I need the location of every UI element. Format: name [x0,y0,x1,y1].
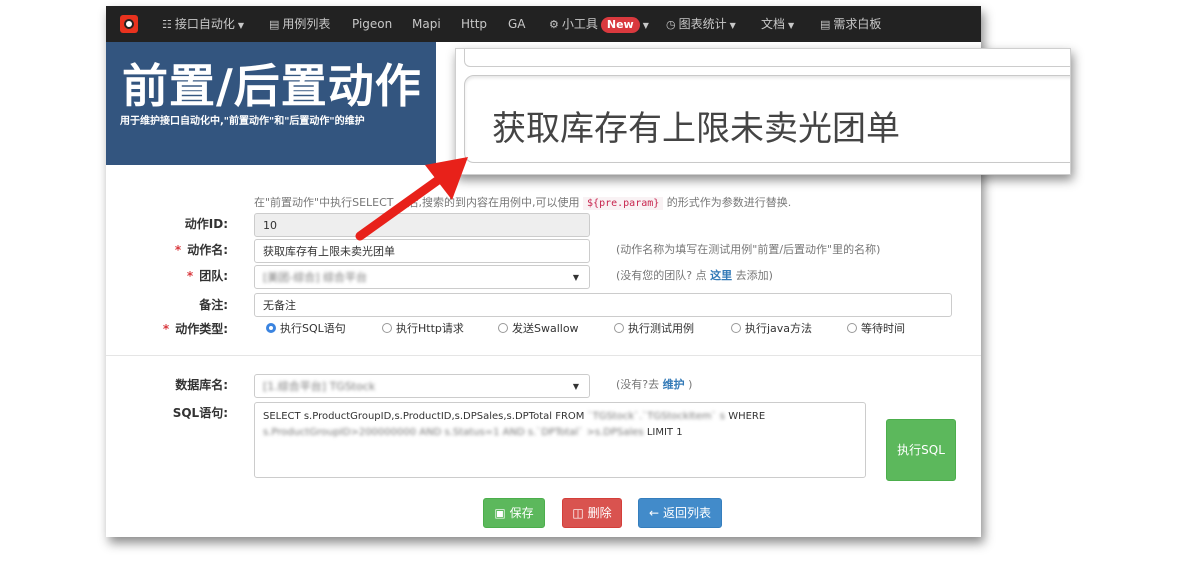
nav-case-list[interactable]: ▤ 用例列表 [269,6,330,42]
page-subtitle: 用于维护接口自动化中,"前置动作"和"后置动作"的维护 [120,116,365,127]
floppy-disk-icon: ▣ [494,506,506,520]
radio-checked-icon [266,323,276,333]
type-radio-java[interactable]: 执行java方法 [731,320,812,336]
sql-label: SQL语句: [172,406,228,420]
radio-icon [847,323,857,333]
team-label: * 团队: [186,269,228,283]
nav-docs[interactable]: 文档 ▼ [761,6,794,42]
type-radio-http[interactable]: 执行Http请求 [382,320,464,336]
nav-api-automation[interactable]: ☷ 接口自动化 ▼ [162,6,244,42]
dashboard-icon: ◷ [666,18,676,31]
chevron-down-icon: ▼ [729,21,736,30]
zoom-field-edge [464,49,1070,67]
top-navbar: ☷ 接口自动化 ▼ ▤ 用例列表 Pigeon Mapi Http GA ⚙ 小工具 Ne… [106,6,981,42]
required-mark: * [174,243,182,257]
nav-pigeon[interactable]: Pigeon [352,6,392,42]
nav-charts[interactable]: ◷ 图表统计 ▼ [666,6,736,42]
type-radio-testcase[interactable]: 执行测试用例 [614,320,694,336]
param-code: ${pre.param} [583,197,664,210]
trash-icon: ◫ [572,506,584,520]
remark-field[interactable]: 无备注 [254,293,952,317]
chevron-down-icon: ▼ [572,382,579,391]
name-note: (动作名称为填写在测试用例"前置/后置动作"里的名称) [616,243,881,256]
back-to-list-button[interactable]: ← 返回列表 [638,498,722,528]
required-mark: * [186,269,194,283]
maintain-db-link[interactable]: 维护 [663,378,685,391]
zoom-text: 获取库存有上限未卖光团单 [492,109,900,149]
nav-mapi[interactable]: Mapi [412,6,441,42]
book-icon: ☷ [162,18,172,31]
chevron-down-icon: ▼ [237,21,245,30]
id-label: 动作ID: [184,217,228,231]
radio-icon [382,323,392,333]
name-label: * 动作名: [174,243,228,257]
nav-http[interactable]: Http [461,6,487,42]
form-hint: 在"前置动作"中执行SELECT 后,搜索的到内容在用例中,可以使用 ${pre… [254,196,792,210]
save-button[interactable]: ▣ 保存 [483,498,545,528]
remark-label: 备注: [199,298,228,312]
type-radio-sql[interactable]: 执行SQL语句 [266,320,346,336]
nav-ga[interactable]: GA [508,6,526,42]
database-select[interactable]: [1.综合平台] TGStock ▼ [254,374,590,398]
team-select[interactable]: [美团-综合] 综合平台 ▼ [254,265,590,289]
sql-line-2: s.ProductGroupID>200000000 AND s.Status=… [263,427,683,438]
gear-icon: ⚙ [549,18,559,31]
page-header: 前置/后置动作 用于维护接口自动化中,"前置动作"和"后置动作"的维护 [106,42,436,165]
required-mark: * [162,322,170,336]
type-radio-swallow[interactable]: 发送Swallow [498,320,579,336]
type-radio-wait[interactable]: 等待时间 [847,320,905,336]
team-note: (没有您的团队? 点 这里 去添加) [616,269,773,282]
action-name-field[interactable]: 获取库存有上限未卖光团单 [254,239,590,263]
sql-textarea[interactable]: SELECT s.ProductGroupID,s.ProductID,s.DP… [254,402,866,478]
app-logo-icon[interactable] [120,15,138,33]
radio-icon [614,323,624,333]
action-id-field[interactable]: 10 [254,213,590,237]
arrow-left-icon: ← [649,506,660,520]
chevron-down-icon: ▼ [642,21,649,30]
db-label: 数据库名: [175,378,228,392]
chevron-down-icon: ▼ [788,21,795,30]
page-title: 前置/后置动作 [122,59,422,113]
nav-tools[interactable]: ⚙ 小工具 New ▼ [549,6,649,42]
new-badge: New [600,17,640,33]
nav-whiteboard[interactable]: ▤ 需求白板 [820,6,881,42]
execute-sql-button[interactable]: 执行SQL [886,419,956,481]
chevron-down-icon: ▼ [572,273,579,282]
board-icon: ▤ [820,18,831,31]
radio-icon [498,323,508,333]
add-team-link[interactable]: 这里 [710,269,732,282]
sql-line-1: SELECT s.ProductGroupID,s.ProductID,s.DP… [263,411,766,422]
type-label: * 动作类型: [162,322,228,336]
db-note: (没有?去 维护 ) [616,378,693,391]
radio-icon [731,323,741,333]
zoom-callout: 获取库存有上限未卖光团单 [455,48,1071,175]
delete-button[interactable]: ◫ 删除 [562,498,622,528]
list-icon: ▤ [269,18,280,31]
section-divider [106,355,981,356]
